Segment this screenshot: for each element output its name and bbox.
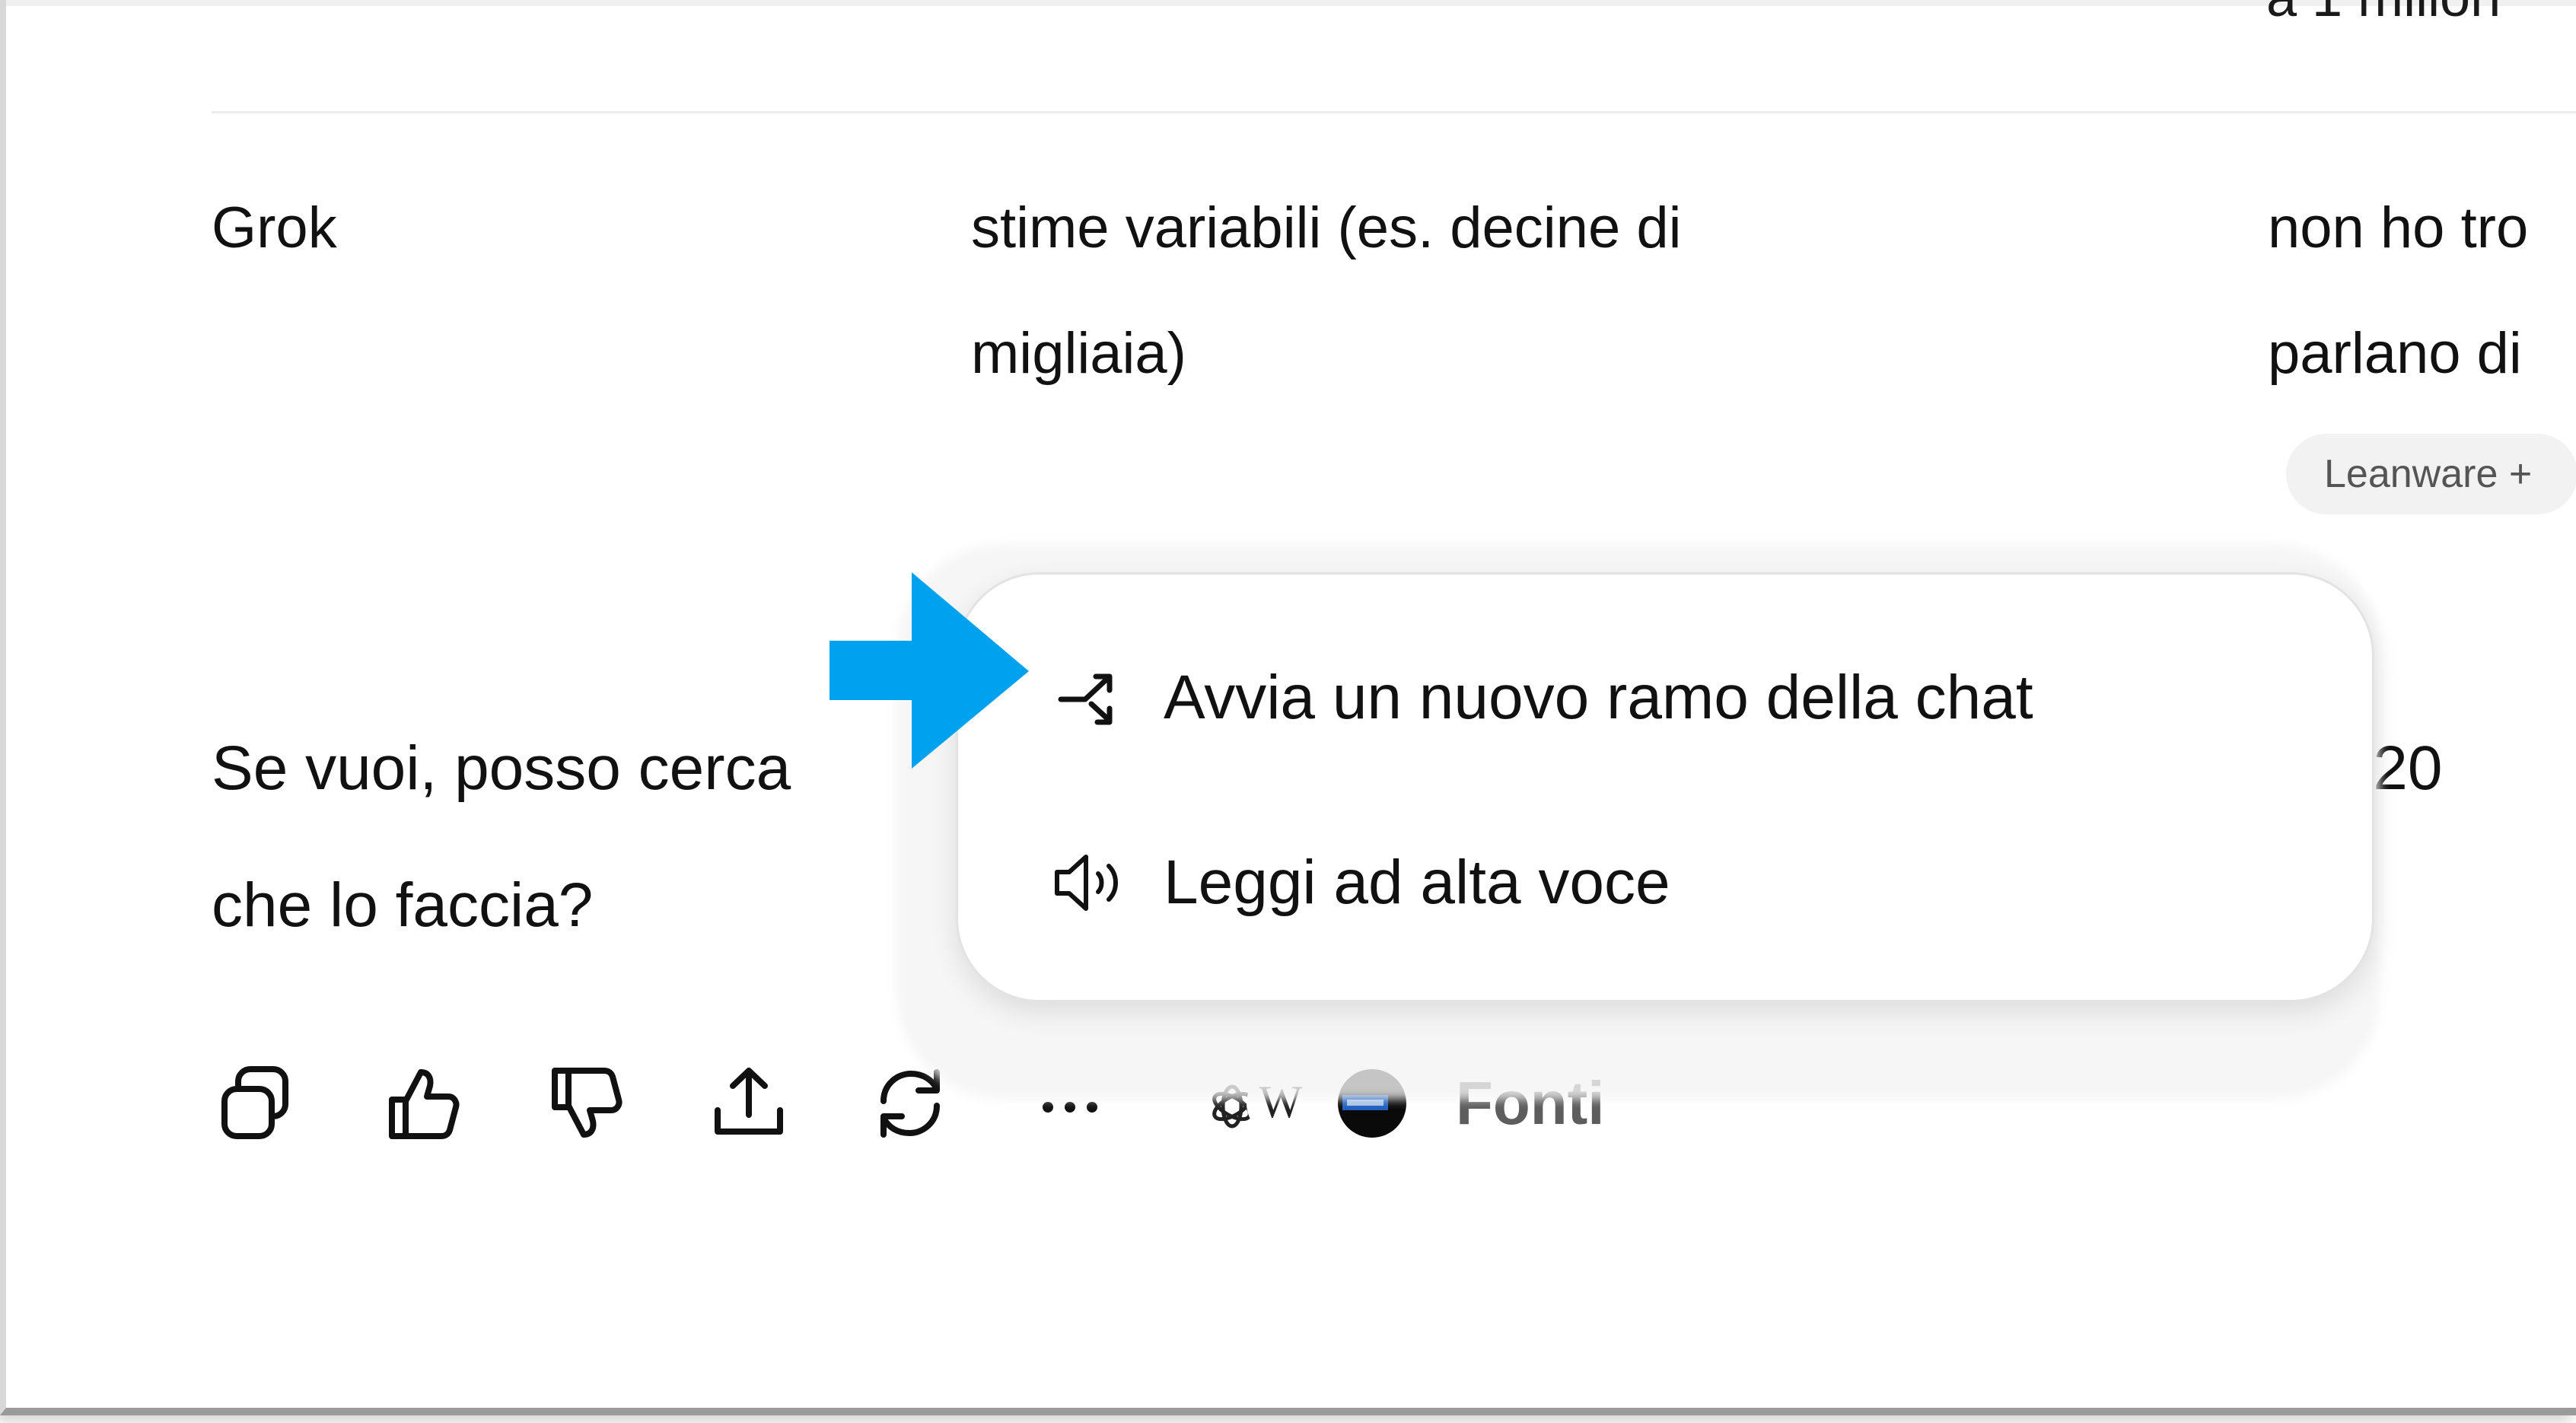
menu-item-read-aloud[interactable]: Leggi ad alta voce [1049, 829, 1670, 936]
table-row-divider [212, 111, 2576, 113]
annotation-arrow-icon [829, 572, 1035, 782]
paragraph-line1-start: Se vuoi, posso cerca [212, 734, 791, 803]
source-citation-pill[interactable]: Leanware + [2286, 434, 2576, 514]
table-cell-model: Grok [212, 196, 337, 260]
branch-icon [1049, 656, 1133, 740]
menu-item-read-aloud-label: Leggi ad alta voce [1164, 848, 1670, 917]
chat-window: a 1 milion Grok stime variabili (es. dec… [0, 0, 2576, 1415]
table-cell-estimate-line1: stime variabili (es. decine di [971, 196, 1682, 260]
truncated-table-text: a 1 milion [2266, 0, 2501, 29]
speaker-icon [1049, 841, 1133, 925]
thumbs-up-icon[interactable] [377, 1058, 469, 1149]
thumbs-down-icon[interactable] [540, 1058, 632, 1149]
table-cell-note-line1: non ho tro [2268, 196, 2529, 260]
copy-icon[interactable] [212, 1058, 303, 1149]
table-cell-note-line2: parlano di [2268, 321, 2522, 386]
menu-item-new-branch[interactable]: Avvia un nuovo ramo della chat [1049, 645, 2033, 751]
paragraph-line2: che lo faccia? [212, 871, 594, 940]
menu-item-new-branch-label: Avvia un nuovo ramo della chat [1164, 663, 2033, 732]
table-cell-estimate-line2: migliaia) [971, 321, 1186, 386]
context-menu: Avvia un nuovo ramo della chat Leggi ad … [956, 572, 2374, 1002]
top-edge [6, 0, 2576, 6]
share-icon[interactable] [703, 1058, 794, 1149]
